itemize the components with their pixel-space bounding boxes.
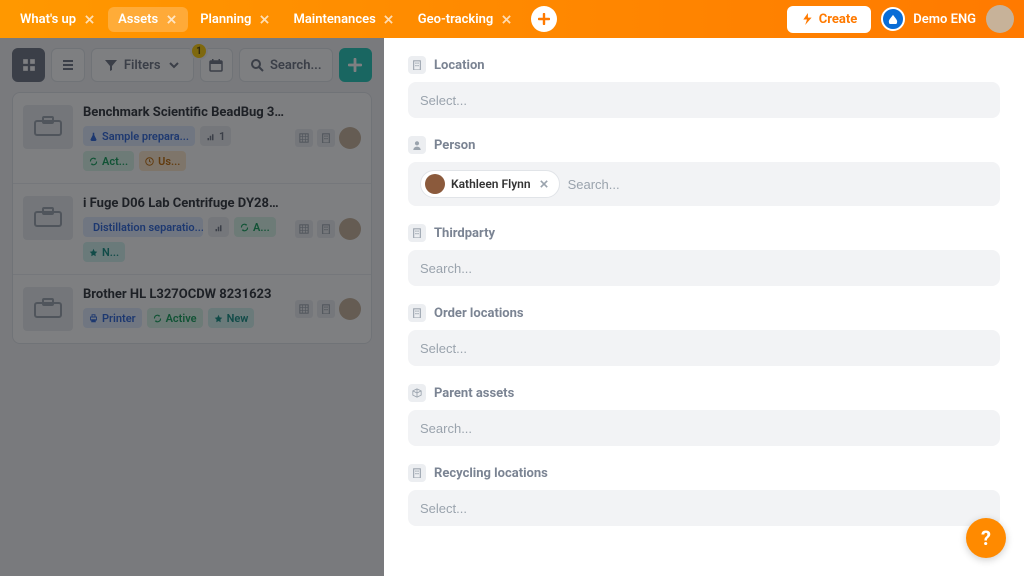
close-icon[interactable] bbox=[382, 12, 396, 26]
modal-backdrop[interactable] bbox=[0, 38, 384, 576]
field-text-input[interactable] bbox=[420, 261, 988, 276]
field-input[interactable] bbox=[408, 330, 1000, 366]
person-pill[interactable]: Kathleen Flynn bbox=[420, 170, 560, 198]
field-parent_assets: Parent assets bbox=[408, 384, 1000, 446]
tab-assets[interactable]: Assets bbox=[108, 7, 188, 32]
app-header: What's up Assets Planning Maintenances Geo-t… bbox=[0, 0, 1024, 38]
workspace-switcher[interactable]: Demo ENG bbox=[881, 7, 976, 31]
workspace-badge-icon bbox=[881, 7, 905, 31]
field-label: Location bbox=[408, 56, 1000, 74]
field-text-input[interactable] bbox=[568, 177, 988, 192]
user-icon bbox=[408, 136, 426, 154]
building-icon bbox=[408, 56, 426, 74]
workspace-label: Demo ENG bbox=[913, 12, 976, 27]
pill-label: Kathleen Flynn bbox=[451, 177, 531, 191]
building-icon bbox=[408, 464, 426, 482]
tab-geo-tracking[interactable]: Geo-tracking bbox=[408, 7, 523, 32]
remove-icon[interactable] bbox=[537, 177, 551, 191]
create-label: Create bbox=[819, 12, 858, 27]
field-text-input[interactable] bbox=[420, 501, 988, 516]
field-text-input[interactable] bbox=[420, 341, 988, 356]
tab-label: Geo-tracking bbox=[418, 12, 493, 27]
field-recycling_locations: Recycling locations bbox=[408, 464, 1000, 526]
field-input[interactable] bbox=[408, 410, 1000, 446]
field-input[interactable]: Kathleen Flynn bbox=[408, 162, 1000, 206]
field-text-input[interactable] bbox=[420, 421, 988, 436]
field-input[interactable] bbox=[408, 490, 1000, 526]
field-label: Thirdparty bbox=[408, 224, 1000, 242]
tab-what-s-up[interactable]: What's up bbox=[10, 7, 106, 32]
field-order_locations: Order locations bbox=[408, 304, 1000, 366]
tab-label: Planning bbox=[200, 12, 251, 27]
building-icon bbox=[408, 224, 426, 242]
asset-list-pane: Filters 1 Search... Benchmark Scientific… bbox=[0, 38, 384, 576]
field-label: Person bbox=[408, 136, 1000, 154]
close-icon[interactable] bbox=[257, 12, 271, 26]
field-text-input[interactable] bbox=[420, 93, 988, 108]
tab-maintenances[interactable]: Maintenances bbox=[283, 7, 405, 32]
field-input[interactable] bbox=[408, 82, 1000, 118]
cube-icon bbox=[408, 384, 426, 402]
user-avatar[interactable] bbox=[986, 5, 1014, 33]
field-person: Person Kathleen Flynn bbox=[408, 136, 1000, 206]
field-label: Order locations bbox=[408, 304, 1000, 322]
bolt-icon bbox=[801, 13, 813, 25]
tab-planning[interactable]: Planning bbox=[190, 7, 281, 32]
tabs: What's up Assets Planning Maintenances Geo-t… bbox=[10, 7, 523, 32]
tab-label: Assets bbox=[118, 12, 158, 27]
close-icon[interactable] bbox=[82, 12, 96, 26]
field-location: Location bbox=[408, 56, 1000, 118]
create-button[interactable]: Create bbox=[787, 6, 872, 33]
help-fab[interactable]: ? bbox=[966, 518, 1006, 558]
field-input[interactable] bbox=[408, 250, 1000, 286]
pill-avatar bbox=[425, 174, 445, 194]
building-icon bbox=[408, 304, 426, 322]
close-icon[interactable] bbox=[164, 12, 178, 26]
field-label: Recycling locations bbox=[408, 464, 1000, 482]
tab-label: Maintenances bbox=[293, 12, 375, 27]
filter-panel: Location Person Kathleen Flynn Thirdparty Or… bbox=[384, 38, 1024, 576]
field-thirdparty: Thirdparty bbox=[408, 224, 1000, 286]
close-icon[interactable] bbox=[499, 12, 513, 26]
tab-label: What's up bbox=[20, 12, 76, 27]
tab-add-button[interactable] bbox=[531, 6, 557, 32]
field-label: Parent assets bbox=[408, 384, 1000, 402]
